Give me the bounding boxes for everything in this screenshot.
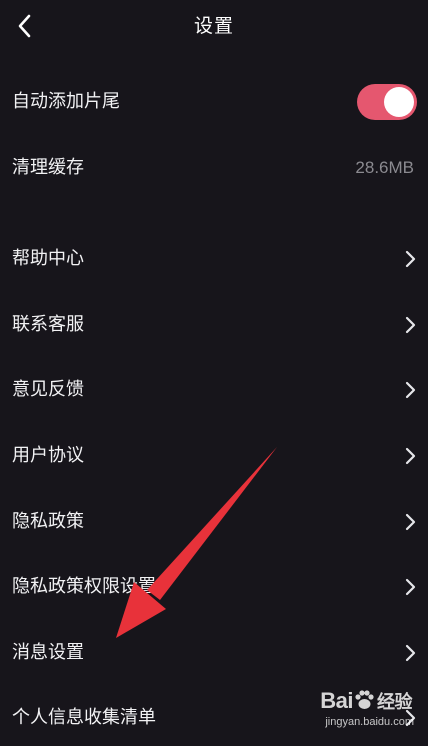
setting-label: 自动添加片尾 [12, 91, 120, 112]
setting-item-feedback[interactable]: 意见反馈 [0, 362, 428, 418]
setting-label: 帮助中心 [12, 248, 84, 269]
setting-auto-outro: 自动添加片尾 [0, 74, 428, 130]
setting-label: 意见反馈 [12, 379, 84, 400]
setting-item-message-settings[interactable]: 消息设置 [0, 625, 428, 681]
toggle-knob [384, 87, 414, 117]
setting-clear-cache[interactable]: 清理缓存 28.6MB [0, 140, 428, 196]
setting-item-user-agreement[interactable]: 用户协议 [0, 428, 428, 484]
setting-label: 个人信息收集清单 [12, 707, 156, 728]
page-title: 设置 [193, 15, 234, 37]
watermark-logo: Bai 经验 [320, 688, 412, 714]
chevron-right-icon [404, 513, 416, 531]
chevron-right-icon [404, 644, 416, 662]
watermark-logo-text: Bai [320, 688, 353, 713]
paw-icon [355, 690, 374, 709]
setting-label: 隐私政策 [12, 511, 84, 532]
cache-size-value: 28.6MB [355, 158, 414, 177]
chevron-right-icon [404, 381, 416, 399]
nav-bar: 设置 [0, 0, 428, 52]
auto-outro-toggle[interactable] [357, 84, 417, 120]
baidu-jingyan-watermark: Bai 经验 jingyan.baidu.com [282, 688, 422, 738]
setting-label: 联系客服 [12, 314, 84, 335]
setting-label: 用户协议 [12, 445, 84, 466]
watermark-url: jingyan.baidu.com [325, 716, 414, 728]
chevron-right-icon [404, 316, 416, 334]
setting-label: 清理缓存 [12, 157, 84, 178]
setting-item-privacy-permissions[interactable]: 隐私政策权限设置 [0, 559, 428, 615]
setting-label: 隐私政策权限设置 [12, 576, 156, 597]
watermark-logo-suffix: 经验 [377, 692, 413, 713]
chevron-right-icon [404, 447, 416, 465]
setting-item-contact-support[interactable]: 联系客服 [0, 297, 428, 353]
chevron-right-icon [404, 578, 416, 596]
chevron-right-icon [404, 250, 416, 268]
setting-item-help-center[interactable]: 帮助中心 [0, 231, 428, 287]
setting-item-privacy-policy[interactable]: 隐私政策 [0, 494, 428, 550]
setting-label: 消息设置 [12, 642, 84, 663]
